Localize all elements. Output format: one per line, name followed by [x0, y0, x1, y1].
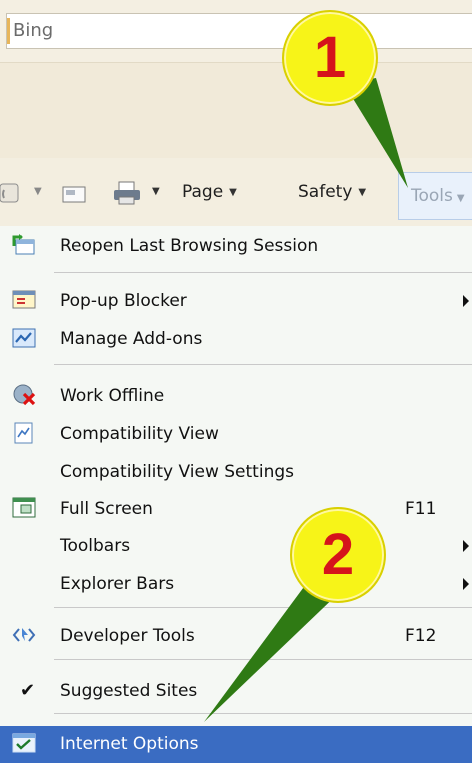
callout-pointer-1 — [204, 78, 408, 722]
callout-badge-1: 1 — [282, 10, 378, 106]
callout-number: 1 — [313, 25, 347, 90]
callout-badge-2: 2 — [290, 507, 386, 603]
callout-number: 2 — [321, 522, 355, 587]
